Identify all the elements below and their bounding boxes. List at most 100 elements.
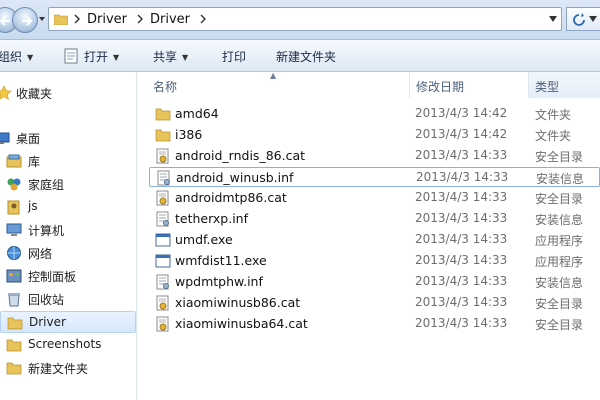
file-modified-date: 2013/4/3 14:33 bbox=[415, 274, 508, 288]
file-row[interactable]: xiaomiwinusb86.cat 2013/4/3 14:33 安全目录 bbox=[149, 293, 600, 313]
sidebar-item-driver[interactable]: Driver bbox=[0, 311, 136, 333]
chevron-down-icon bbox=[589, 16, 597, 22]
folder-icon bbox=[6, 362, 22, 375]
file-row[interactable]: i386 2013/4/3 14:42 文件夹 bbox=[149, 125, 600, 145]
column-header-label: 类型 bbox=[535, 80, 560, 94]
new-folder-button[interactable]: 新建文件夹 bbox=[276, 48, 336, 65]
sidebar-item-label: 计算机 bbox=[28, 224, 65, 238]
setup-info-icon bbox=[156, 274, 169, 290]
sidebar-item-homegroup[interactable]: 家庭组 bbox=[0, 173, 136, 195]
security-catalog-icon bbox=[156, 148, 169, 164]
breadcrumb-separator-icon[interactable] bbox=[199, 14, 207, 24]
file-row[interactable]: androidmtp86.cat 2013/4/3 14:33 安全目录 bbox=[149, 188, 600, 208]
file-row[interactable]: umdf.exe 2013/4/3 14:33 应用程序 bbox=[149, 230, 600, 250]
breadcrumb-item[interactable]: Driver bbox=[87, 12, 127, 27]
sidebar-item-label: 库 bbox=[28, 155, 41, 169]
breadcrumb-item[interactable]: Driver bbox=[150, 12, 190, 27]
sidebar-item-label: 回收站 bbox=[28, 293, 65, 307]
file-modified-date: 2013/4/3 14:42 bbox=[415, 106, 508, 120]
file-list: ▲ 名称 修改日期 类型 amd64 2013/4/3 14:42 文件夹 i386 2… bbox=[137, 71, 600, 400]
file-name: xiaomiwinusba64.cat bbox=[175, 316, 308, 331]
open-label: 打开 bbox=[84, 50, 109, 64]
file-name: tetherxp.inf bbox=[175, 211, 249, 226]
address-history-dropdown-icon[interactable] bbox=[549, 16, 557, 22]
security-catalog-icon bbox=[156, 316, 169, 332]
sidebar-item-user[interactable]: js bbox=[0, 196, 136, 218]
breadcrumb-separator-icon[interactable] bbox=[73, 14, 81, 24]
file-modified-date: 2013/4/3 14:33 bbox=[415, 316, 508, 330]
sidebar-item-label: 桌面 bbox=[16, 132, 41, 146]
chevron-down-icon: ▼ bbox=[182, 53, 189, 62]
sidebar-item-screenshots[interactable]: Screenshots bbox=[0, 334, 136, 356]
column-header-name[interactable]: ▲ 名称 bbox=[137, 71, 409, 98]
file-row[interactable]: xiaomiwinusba64.cat 2013/4/3 14:33 安全目录 bbox=[149, 314, 600, 334]
open-button[interactable]: 打开 ▼ bbox=[84, 48, 119, 65]
breadcrumb-separator-icon[interactable] bbox=[136, 14, 144, 24]
application-icon bbox=[155, 233, 171, 247]
file-row[interactable]: wmfdist11.exe 2013/4/3 14:33 应用程序 bbox=[149, 251, 600, 271]
chevron-down-icon: ▼ bbox=[27, 53, 34, 62]
share-menu-button[interactable]: 共享 ▼ bbox=[153, 48, 188, 65]
file-type: 安装信息 bbox=[535, 276, 584, 290]
file-type: 文件夹 bbox=[535, 129, 572, 143]
column-header-type[interactable]: 类型 bbox=[529, 72, 600, 98]
star-icon bbox=[0, 85, 12, 100]
file-type: 文件夹 bbox=[535, 108, 572, 122]
navigation-pane: 收藏夹 桌面 库 家庭组 js 计算机 网络 控制面板 回收站 Driver S bbox=[0, 72, 137, 400]
sidebar-item-computer[interactable]: 计算机 bbox=[0, 219, 136, 241]
organize-label: 组织 bbox=[0, 50, 23, 64]
command-bar: 组织 ▼ 打开 ▼ 共享 ▼ 打印 新建文件夹 bbox=[0, 40, 600, 72]
file-row[interactable]: wpdmtphw.inf 2013/4/3 14:33 安装信息 bbox=[149, 272, 600, 292]
file-row[interactable]: amd64 2013/4/3 14:42 文件夹 bbox=[149, 104, 600, 124]
column-header-date[interactable]: 修改日期 bbox=[410, 72, 528, 98]
file-modified-date: 2013/4/3 14:33 bbox=[415, 211, 508, 225]
sidebar-item-control-panel[interactable]: 控制面板 bbox=[0, 265, 136, 287]
file-type: 安全目录 bbox=[535, 297, 584, 311]
file-name: umdf.exe bbox=[175, 232, 233, 247]
forward-button[interactable] bbox=[12, 7, 38, 33]
application-icon bbox=[155, 254, 171, 268]
homegroup-icon bbox=[7, 178, 21, 191]
column-header-label: 修改日期 bbox=[416, 80, 465, 94]
file-name: android_rndis_86.cat bbox=[175, 148, 306, 163]
sidebar-item-label: Driver bbox=[29, 315, 66, 329]
file-row[interactable]: tetherxp.inf 2013/4/3 14:33 安装信息 bbox=[149, 209, 600, 229]
folder-icon bbox=[155, 129, 171, 142]
file-type: 安装信息 bbox=[536, 172, 585, 186]
sidebar-item-new-folder[interactable]: 新建文件夹 bbox=[0, 357, 136, 379]
file-type: 安全目录 bbox=[535, 192, 584, 206]
address-input[interactable]: Driver Driver bbox=[48, 7, 562, 31]
file-type: 安全目录 bbox=[535, 318, 584, 332]
user-folder-icon bbox=[7, 200, 20, 215]
sidebar-item-label: 新建文件夹 bbox=[28, 362, 89, 376]
sidebar-item-network[interactable]: 网络 bbox=[0, 242, 136, 264]
file-row[interactable]: android_winusb.inf 2013/4/3 14:33 安装信息 bbox=[149, 167, 600, 187]
sidebar-item-recycle-bin[interactable]: 回收站 bbox=[0, 288, 136, 310]
recent-pages-dropdown-icon[interactable] bbox=[38, 15, 46, 23]
sort-ascending-icon: ▲ bbox=[270, 71, 277, 80]
file-modified-date: 2013/4/3 14:42 bbox=[415, 127, 508, 141]
folder-icon bbox=[7, 317, 23, 330]
folder-icon bbox=[54, 14, 68, 25]
organize-menu-button[interactable]: 组织 ▼ bbox=[0, 48, 33, 65]
print-button[interactable]: 打印 bbox=[222, 48, 246, 65]
security-catalog-icon bbox=[156, 190, 169, 206]
share-label: 共享 bbox=[153, 50, 178, 64]
sidebar-item-desktop[interactable]: 桌面 bbox=[0, 127, 136, 149]
sidebar-item-label: 家庭组 bbox=[28, 178, 65, 192]
sidebar-item-label: Screenshots bbox=[28, 337, 102, 351]
chevron-down-icon: ▼ bbox=[113, 53, 120, 62]
file-name: i386 bbox=[175, 127, 203, 142]
sidebar-item-favorites[interactable]: 收藏夹 bbox=[0, 82, 136, 104]
file-name: xiaomiwinusb86.cat bbox=[175, 295, 301, 310]
recycle-bin-icon bbox=[8, 293, 20, 307]
setup-info-icon bbox=[157, 170, 170, 186]
file-row[interactable]: android_rndis_86.cat 2013/4/3 14:33 安全目录 bbox=[149, 146, 600, 166]
folder-icon bbox=[6, 339, 22, 352]
setup-info-icon bbox=[156, 211, 169, 227]
refresh-button[interactable] bbox=[566, 7, 600, 31]
sidebar-item-label: 收藏夹 bbox=[16, 87, 53, 101]
library-icon bbox=[6, 154, 22, 168]
file-modified-date: 2013/4/3 14:33 bbox=[415, 190, 508, 204]
sidebar-item-libraries[interactable]: 库 bbox=[0, 150, 136, 172]
